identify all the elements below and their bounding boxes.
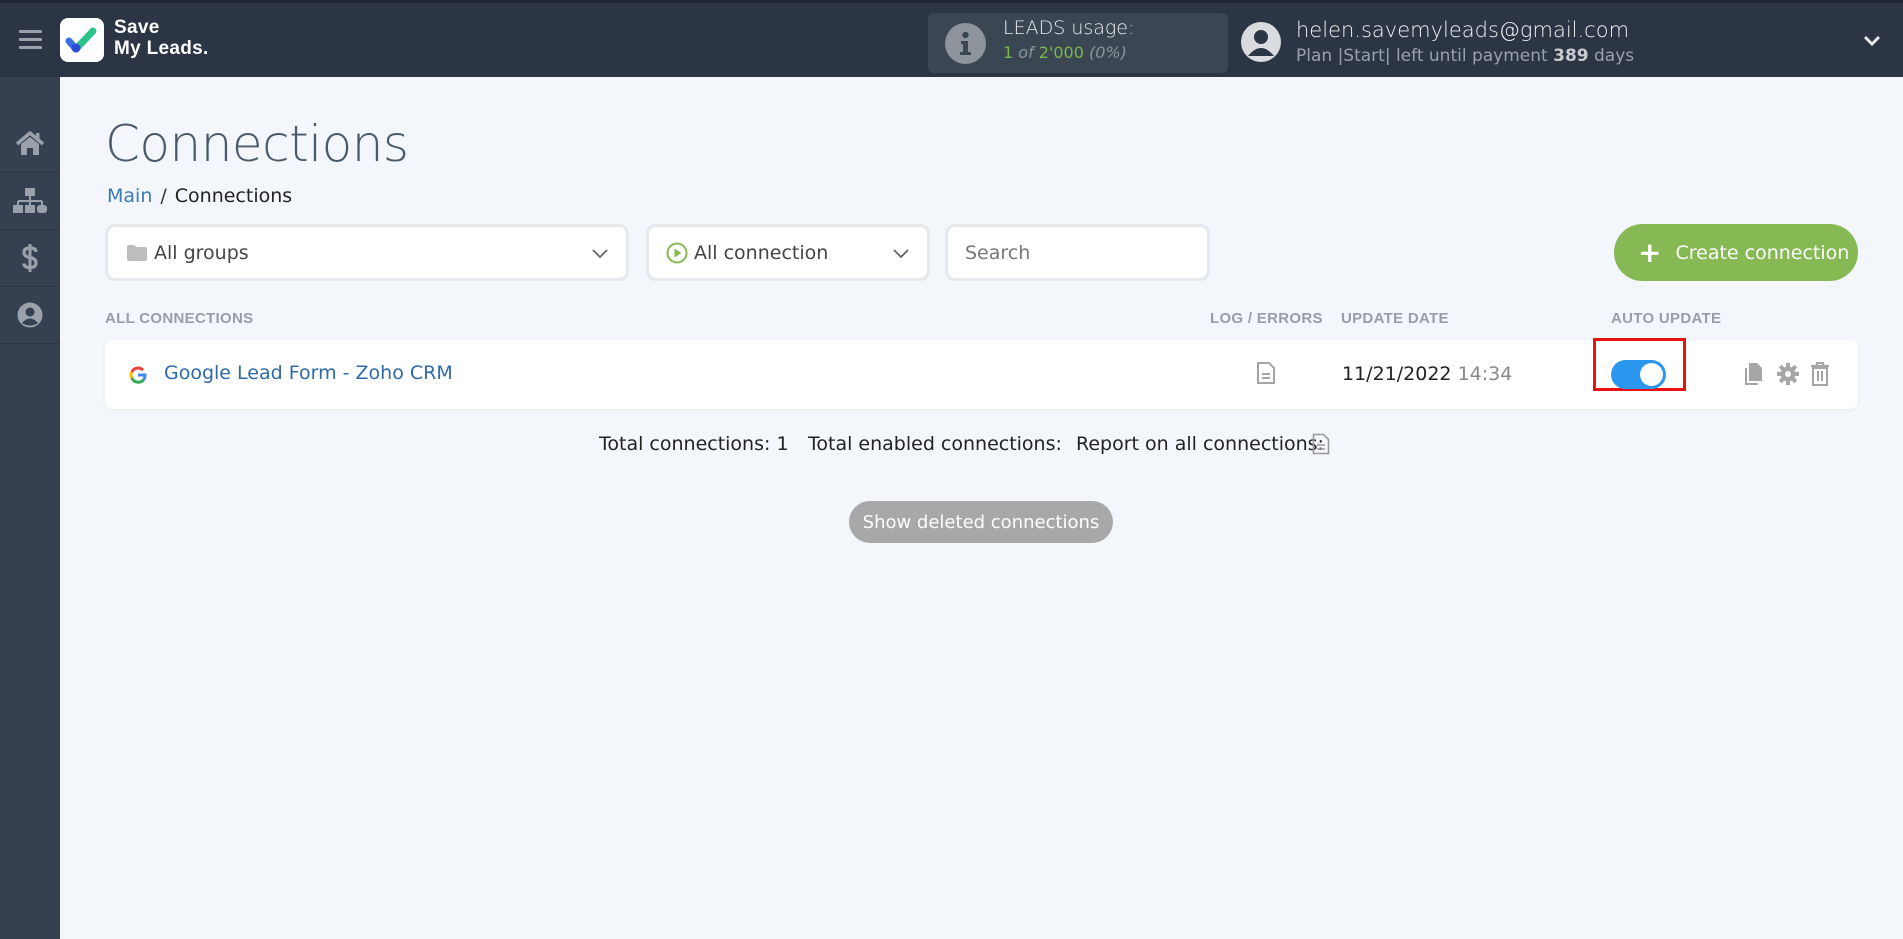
update-date: 11/21/2022 14:34	[1342, 363, 1512, 385]
trash-icon[interactable]	[1810, 362, 1830, 386]
update-time-value: 14:34	[1457, 363, 1513, 385]
leads-of: of	[1018, 43, 1034, 62]
logo-line-2: My Leads.	[114, 38, 209, 59]
sidebar-item-account[interactable]	[0, 287, 60, 344]
breadcrumb-current: Connections	[174, 185, 293, 207]
breadcrumb: Main / Connections	[107, 185, 292, 207]
report-document-icon[interactable]	[1312, 433, 1330, 455]
chevron-down-icon	[893, 249, 909, 259]
logo-icon[interactable]	[60, 18, 104, 62]
info-icon	[945, 23, 986, 64]
logo-text: Save My Leads.	[114, 17, 209, 59]
google-icon	[129, 366, 147, 384]
plan-text: Plan |Start| left until payment	[1296, 46, 1548, 66]
menu-icon[interactable]	[19, 30, 42, 50]
leads-usage-panel: LEADS usage: 1 of 2'000 (0%)	[928, 13, 1228, 73]
table-row: Google Lead Form - Zoho CRM 11/21/2022 1…	[105, 338, 1858, 409]
connection-status-select[interactable]: All connection	[646, 224, 930, 281]
leads-used: 1	[1003, 43, 1014, 62]
plan-days-suffix: days	[1594, 46, 1635, 66]
leads-usage-title: LEADS usage:	[1003, 17, 1135, 39]
header-log-errors: LOG / ERRORS	[1210, 310, 1323, 327]
total-connections: Total connections: 1	[599, 433, 789, 455]
gear-icon[interactable]	[1776, 362, 1800, 386]
create-connection-label: Create connection	[1675, 241, 1850, 264]
plus-icon: +	[1638, 235, 1662, 269]
dollar-icon	[22, 244, 38, 272]
log-document-icon[interactable]	[1256, 361, 1276, 385]
user-avatar-icon[interactable]	[1241, 22, 1281, 62]
leads-total: 2'000	[1038, 43, 1084, 62]
top-bar: Save My Leads. LEADS usage: 1 of 2'000 (…	[0, 0, 1903, 77]
header-all-connections: ALL CONNECTIONS	[105, 310, 254, 327]
page-title: Connections	[105, 115, 409, 173]
create-connection-button[interactable]: + Create connection	[1614, 224, 1858, 281]
connection-name-link[interactable]: Google Lead Form - Zoho CRM	[164, 362, 453, 384]
copy-icon[interactable]	[1744, 362, 1764, 386]
sidebar	[0, 77, 60, 939]
header-update-date: UPDATE DATE	[1341, 310, 1449, 327]
groups-select-value: All groups	[154, 241, 249, 264]
update-date-value: 11/21/2022	[1342, 363, 1452, 385]
folder-icon	[127, 244, 147, 261]
connection-select-value: All connection	[694, 241, 829, 264]
toggle-knob	[1640, 363, 1663, 386]
logo-line-1: Save	[114, 17, 160, 38]
plan-days: 389	[1553, 46, 1589, 66]
chevron-down-icon[interactable]	[1862, 31, 1882, 51]
header-auto-update: AUTO UPDATE	[1611, 310, 1722, 327]
search-input[interactable]	[945, 224, 1210, 281]
user-circle-icon	[17, 302, 43, 328]
user-plan: Plan |Start| left until payment 389 days	[1296, 46, 1634, 66]
auto-update-toggle[interactable]	[1611, 360, 1666, 389]
user-email[interactable]: helen.savemyleads@gmail.com	[1296, 18, 1629, 42]
chevron-down-icon	[592, 249, 608, 259]
sidebar-item-home[interactable]	[0, 116, 60, 173]
sitemap-icon	[13, 188, 47, 213]
total-enabled-connections: Total enabled connections:	[808, 433, 1062, 455]
show-deleted-connections-button[interactable]: Show deleted connections	[849, 501, 1113, 543]
breadcrumb-separator: /	[160, 185, 167, 207]
report-label: Report on all connections:	[1076, 433, 1324, 455]
leads-usage-value: 1 of 2'000 (0%)	[1003, 43, 1127, 62]
leads-percent: (0%)	[1089, 43, 1127, 62]
sidebar-item-connections[interactable]	[0, 173, 60, 230]
sidebar-item-billing[interactable]	[0, 230, 60, 287]
groups-select[interactable]: All groups	[105, 224, 629, 281]
breadcrumb-main-link[interactable]: Main	[107, 185, 152, 207]
play-circle-icon	[666, 242, 688, 263]
home-icon	[15, 131, 45, 155]
